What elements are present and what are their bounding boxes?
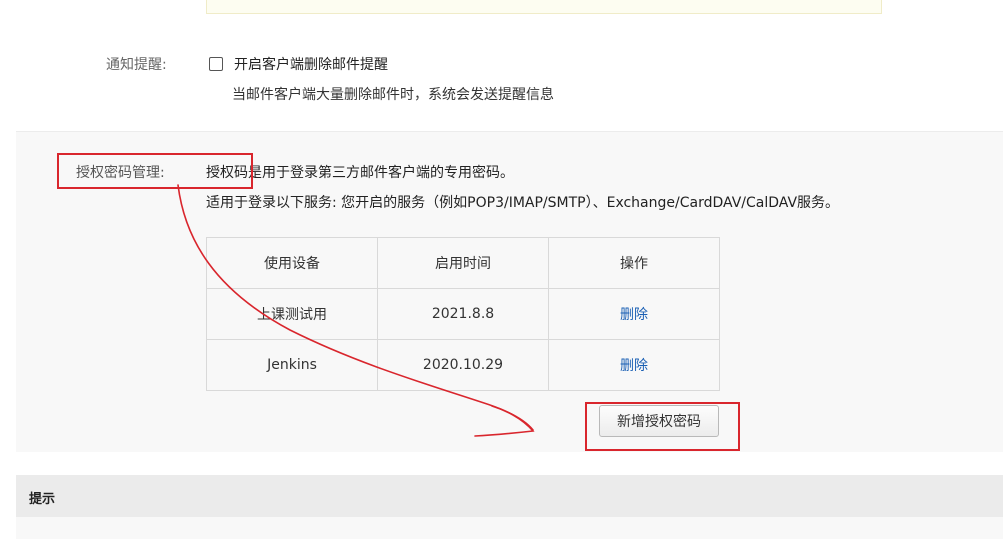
notify-checkbox-label[interactable]: 开启客户端删除邮件提醒: [234, 54, 388, 74]
device-cell: Jenkins: [206, 339, 378, 391]
delete-link[interactable]: 删除: [620, 358, 648, 374]
notify-checkbox[interactable]: [209, 57, 223, 71]
auth-description-line2: 适用于登录以下服务: 您开启的服务（例如POP3/IMAP/SMTP）、Exch…: [206, 195, 840, 211]
table-header-row: 使用设备 启用时间 操作: [206, 237, 720, 289]
column-header-device: 使用设备: [206, 237, 378, 289]
notify-description: 当邮件客户端大量删除邮件时，系统会发送提醒信息: [232, 87, 554, 103]
tips-header: [16, 475, 1003, 517]
action-cell: 删除: [548, 339, 720, 391]
auth-table: 使用设备 启用时间 操作 上课测试用 2021.8.8 删除 Jenkins 2…: [206, 237, 720, 391]
delete-link[interactable]: 删除: [620, 307, 648, 323]
tips-title: 提示: [29, 492, 56, 507]
table-row: 上课测试用 2021.8.8 删除: [206, 288, 720, 340]
annotation-box-add-button: [585, 402, 740, 451]
notify-label: 通知提醒:: [106, 57, 167, 73]
date-cell: 2020.10.29: [377, 339, 549, 391]
tips-body: [16, 517, 1003, 539]
column-header-date: 启用时间: [377, 237, 549, 289]
date-cell: 2021.8.8: [377, 288, 549, 340]
action-cell: 删除: [548, 288, 720, 340]
column-header-action: 操作: [548, 237, 720, 289]
annotation-box-auth-label: [57, 153, 253, 189]
info-box: [206, 0, 882, 14]
device-cell: 上课测试用: [206, 288, 378, 340]
table-row: Jenkins 2020.10.29 删除: [206, 339, 720, 391]
